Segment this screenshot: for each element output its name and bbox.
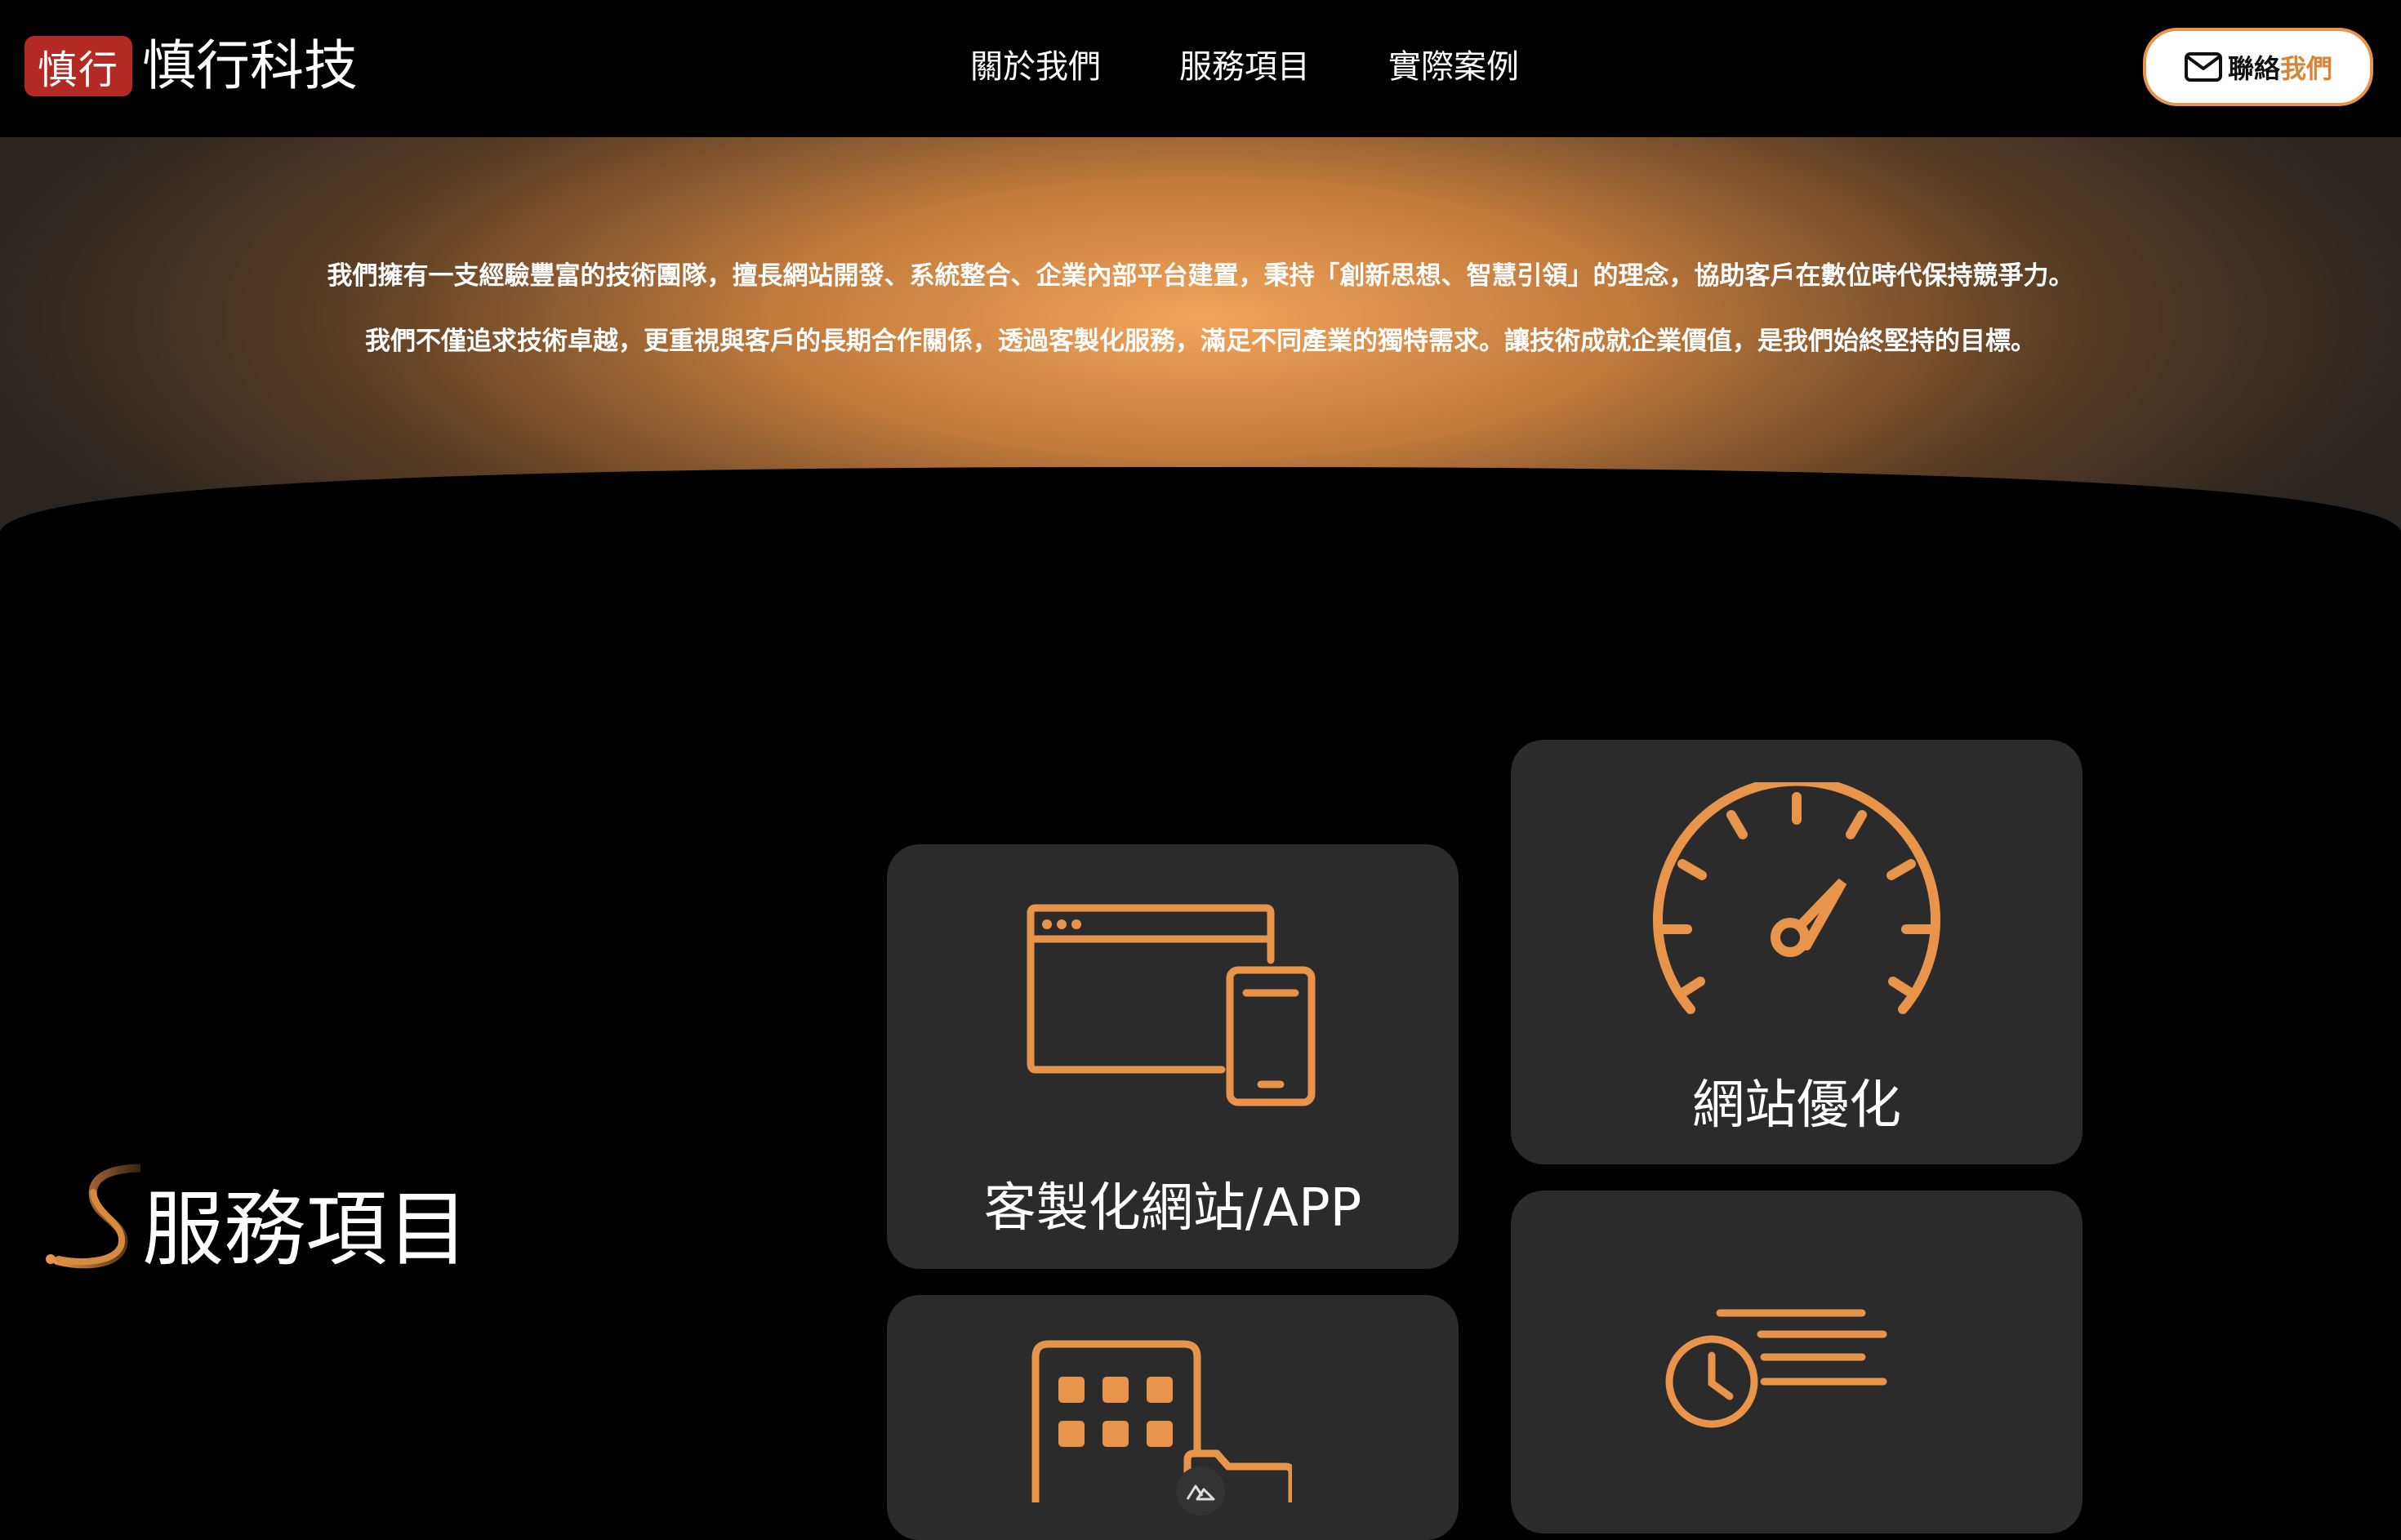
browser-mobile-icon [1027, 904, 1316, 1106]
services-title: 服務項目 [142, 1182, 469, 1277]
brand-logo[interactable]: 慎行 慎行科技 [24, 36, 358, 96]
service-card-system[interactable] [887, 1295, 1459, 1540]
nav-cases[interactable]: 實際案例 [1388, 46, 1519, 88]
nav-about[interactable]: 關於我們 [970, 46, 1101, 88]
swoosh-s-icon [46, 1164, 140, 1269]
service-card-custom-web-app[interactable]: 客製化網站/APP [887, 844, 1459, 1269]
logo-seal-icon: 慎行 [24, 36, 132, 96]
hero-band: 我們擁有一支經驗豐富的技術團隊，擅長網站開發、系統整合、企業內部平台建置，秉持「… [0, 131, 2401, 539]
speedometer-icon [1653, 782, 1940, 1014]
service-card-optimization[interactable]: 網站優化 [1511, 740, 2082, 1164]
mountain-logo-icon [1186, 1484, 1215, 1501]
service-card-label: 網站優化 [1692, 1075, 1901, 1136]
app-grid-folder-icon [1031, 1340, 1292, 1502]
mail-icon [2184, 52, 2222, 82]
site-header: 慎行 慎行科技 關於我們 服務項目 實際案例 聯絡我們 [0, 0, 2401, 137]
fast-clock-icon [1665, 1309, 1887, 1428]
nav-services[interactable]: 服務項目 [1179, 46, 1310, 88]
main-nav: 關於我們 服務項目 實際案例 [970, 46, 1597, 88]
devtools-float-button[interactable] [1176, 1467, 1225, 1516]
hero-paragraph: 我們擁有一支經驗豐富的技術團隊，擅長網站開發、系統整合、企業內部平台建置，秉持「… [327, 261, 2074, 291]
hero-paragraph: 我們不僅追求技術卓越，更重視與客戶的長期合作關係，透過客製化服務，滿足不同產業的… [365, 327, 2036, 356]
contact-button-label: 聯絡我們 [2227, 53, 2333, 84]
contact-button[interactable]: 聯絡我們 [2143, 28, 2373, 106]
brand-name: 慎行科技 [142, 34, 358, 97]
service-card-speed[interactable] [1511, 1191, 2082, 1533]
service-card-label: 客製化網站/APP [983, 1178, 1362, 1239]
